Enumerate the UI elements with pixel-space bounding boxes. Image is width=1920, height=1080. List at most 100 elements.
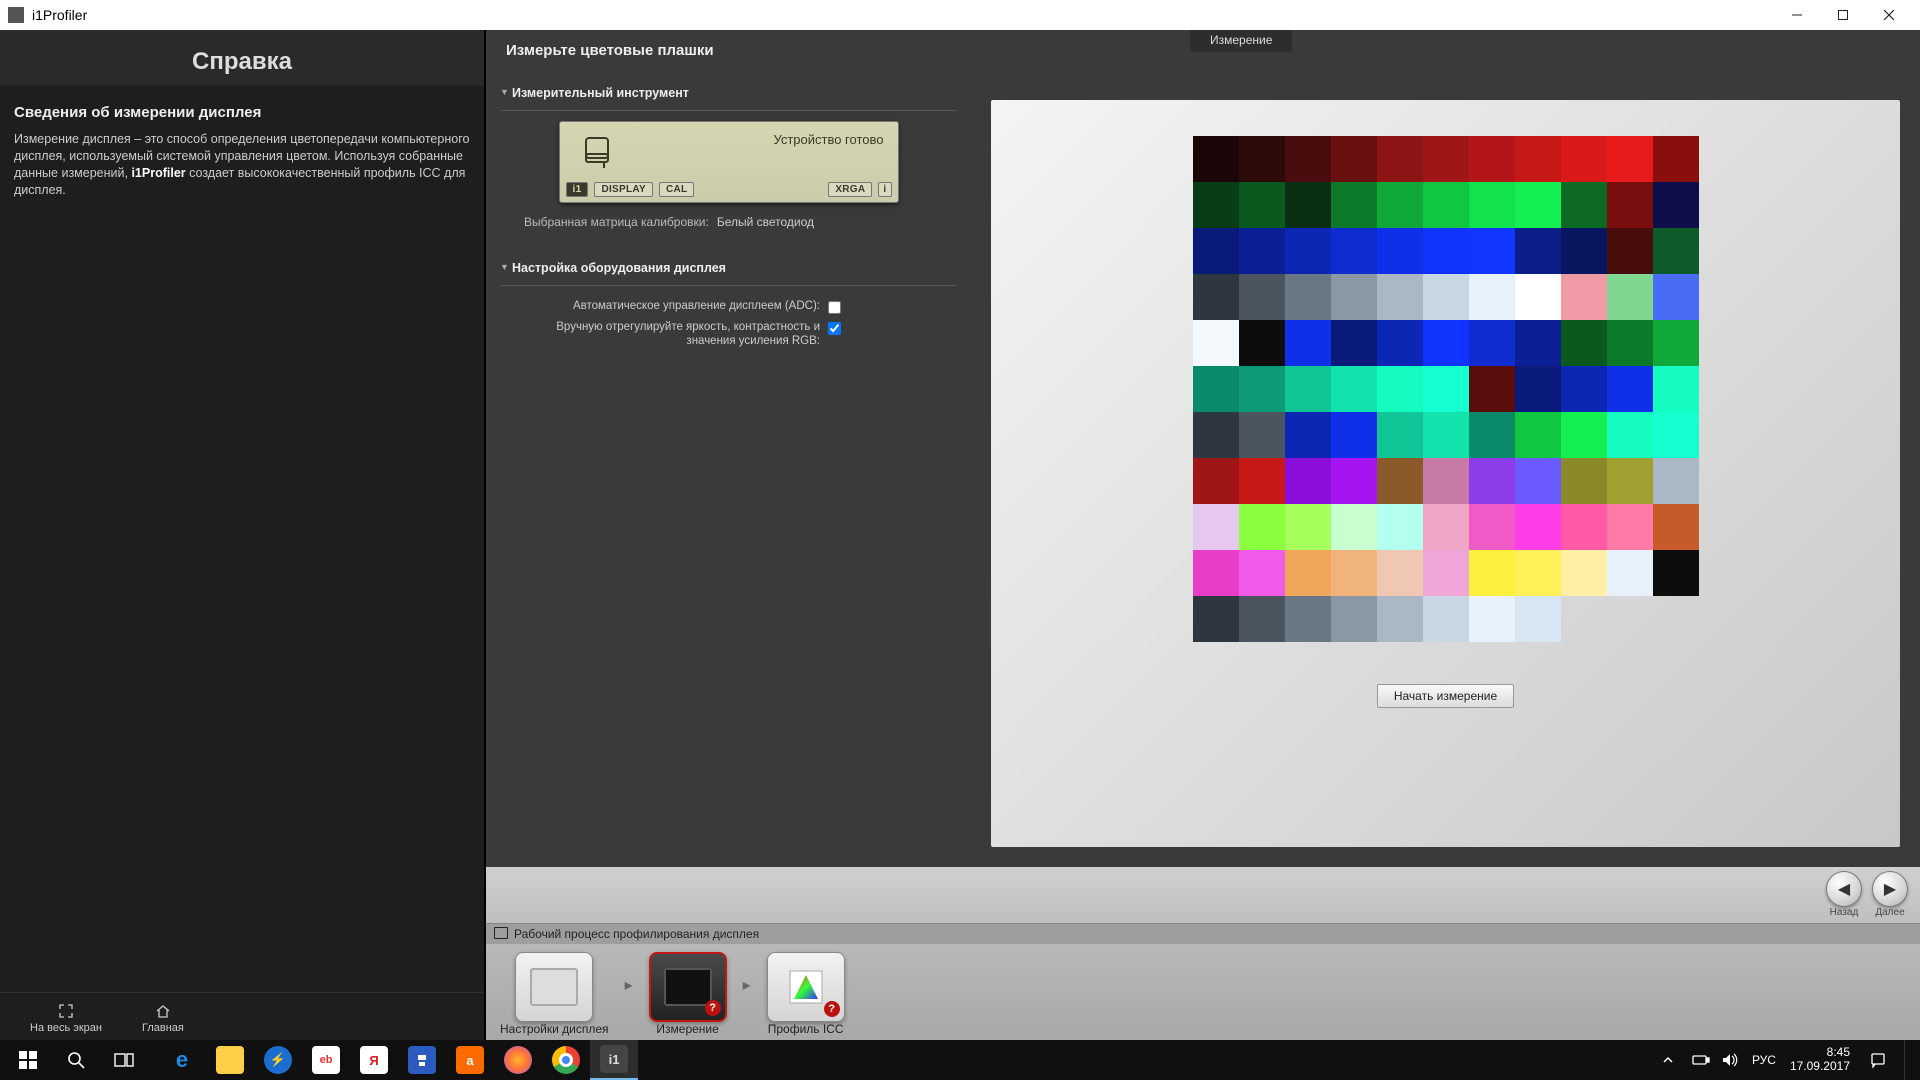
start-button[interactable]	[4, 1040, 52, 1080]
help-panel: Справка Сведения об измерении дисплея Из…	[0, 30, 486, 1042]
tray-battery-icon[interactable]	[1692, 1054, 1710, 1066]
preview-area: Начать измерение	[971, 70, 1920, 867]
color-patch	[1469, 274, 1515, 320]
home-button[interactable]: Главная	[142, 1002, 184, 1034]
color-patch	[1515, 136, 1561, 182]
color-patch	[1193, 136, 1239, 182]
option-adc-checkbox[interactable]	[828, 301, 841, 314]
color-patch	[1285, 504, 1331, 550]
color-patch	[1331, 366, 1377, 412]
taskbar-app-chrome[interactable]	[542, 1040, 590, 1080]
device-status-text: Устройство готово	[773, 132, 883, 147]
workflow-step-measurement[interactable]: ? Измерение	[649, 952, 727, 1036]
color-patch	[1377, 596, 1423, 642]
color-patch	[1285, 136, 1331, 182]
color-patch	[1377, 412, 1423, 458]
settings-column: Измерительный инструмент Устройство гото…	[486, 70, 971, 867]
taskbar-app-i1profiler[interactable]: i1	[590, 1040, 638, 1080]
color-patch	[1423, 228, 1469, 274]
color-patch	[1377, 136, 1423, 182]
taskbar-app-thunderbolt[interactable]: ⚡	[254, 1040, 302, 1080]
color-patch	[1561, 504, 1607, 550]
color-patch	[1239, 550, 1285, 596]
color-patch	[1423, 458, 1469, 504]
taskbar-app-ebay[interactable]: eb	[302, 1040, 350, 1080]
section-instrument-header[interactable]: Измерительный инструмент	[500, 76, 957, 106]
taskbar-app-yandex[interactable]: Я	[350, 1040, 398, 1080]
color-patch	[1515, 550, 1561, 596]
window-minimize-button[interactable]	[1774, 0, 1820, 30]
section-display-hw-header[interactable]: Настройка оборудования дисплея	[500, 251, 957, 281]
color-patch	[1561, 412, 1607, 458]
color-patch	[1239, 366, 1285, 412]
color-patch	[1653, 458, 1699, 504]
color-patch	[1377, 550, 1423, 596]
tray-clock[interactable]: 8:45 17.09.2017	[1782, 1046, 1858, 1074]
color-patch	[1193, 596, 1239, 642]
taskbar-app-aliexpress[interactable]: a	[446, 1040, 494, 1080]
color-patch	[1561, 228, 1607, 274]
color-patch	[1285, 366, 1331, 412]
color-patch	[1515, 412, 1561, 458]
workflow-step-icc-profile[interactable]: ? Профиль ICC	[767, 952, 845, 1036]
home-icon	[154, 1002, 172, 1020]
color-patch	[1607, 550, 1653, 596]
color-patch	[1469, 504, 1515, 550]
taskbar-app-explorer[interactable]	[206, 1040, 254, 1080]
badge-cal: CAL	[659, 182, 694, 197]
color-patch	[1285, 228, 1331, 274]
color-patch	[1561, 182, 1607, 228]
color-patch	[1239, 274, 1285, 320]
tray-overflow-icon[interactable]	[1662, 1054, 1680, 1066]
color-patch	[1469, 136, 1515, 182]
instrument-status-box: Устройство готово i1 DISPLAY CAL XRGA i	[559, 121, 899, 203]
color-patch	[1653, 136, 1699, 182]
tray-notifications-icon[interactable]	[1870, 1052, 1888, 1068]
color-patch	[1377, 458, 1423, 504]
color-patch	[1193, 504, 1239, 550]
color-patch	[1469, 366, 1515, 412]
color-patch	[1607, 458, 1653, 504]
taskbar-app-edge[interactable]: e	[158, 1040, 206, 1080]
task-view-button[interactable]	[100, 1040, 148, 1080]
calibration-matrix-row: Выбранная матрица калибровки: Белый свет…	[500, 211, 957, 233]
window-close-button[interactable]	[1866, 0, 1912, 30]
fullscreen-icon	[57, 1002, 75, 1020]
color-patch	[1469, 228, 1515, 274]
workflow-step-display-settings[interactable]: Настройки дисплея	[500, 952, 609, 1036]
color-patch	[1239, 228, 1285, 274]
color-patch	[1561, 136, 1607, 182]
color-patch	[1515, 596, 1561, 642]
option-adc-label: Автоматическое управление дисплеем (ADC)…	[510, 299, 820, 313]
color-patch	[1607, 366, 1653, 412]
nav-next-button[interactable]: ▶ Далее	[1872, 871, 1908, 918]
taskbar-app-save[interactable]	[398, 1040, 446, 1080]
color-patch	[1193, 458, 1239, 504]
color-patch	[1331, 136, 1377, 182]
color-patch	[1469, 550, 1515, 596]
window-maximize-button[interactable]	[1820, 0, 1866, 30]
color-patch	[1653, 550, 1699, 596]
color-patch	[1423, 412, 1469, 458]
nav-back-button[interactable]: ◀ Назад	[1826, 871, 1862, 918]
color-patch	[1515, 504, 1561, 550]
color-patch	[1653, 504, 1699, 550]
search-button[interactable]	[52, 1040, 100, 1080]
color-patch	[1239, 182, 1285, 228]
color-patch	[1331, 182, 1377, 228]
start-measurement-button[interactable]: Начать измерение	[1377, 684, 1514, 708]
badge-display: DISPLAY	[594, 182, 653, 197]
info-icon[interactable]: i	[878, 182, 891, 197]
color-patch	[1331, 504, 1377, 550]
option-manual-checkbox[interactable]	[828, 322, 841, 335]
color-patch	[1423, 366, 1469, 412]
fullscreen-button[interactable]: На весь экран	[30, 1002, 102, 1034]
tray-volume-icon[interactable]	[1722, 1053, 1740, 1067]
badge-i1: i1	[566, 182, 589, 197]
tray-language[interactable]: РУС	[1752, 1053, 1770, 1067]
taskbar-app-firefox[interactable]	[494, 1040, 542, 1080]
show-desktop-button[interactable]	[1904, 1040, 1910, 1080]
color-patch	[1239, 458, 1285, 504]
color-patch	[1515, 182, 1561, 228]
color-patch	[1469, 182, 1515, 228]
